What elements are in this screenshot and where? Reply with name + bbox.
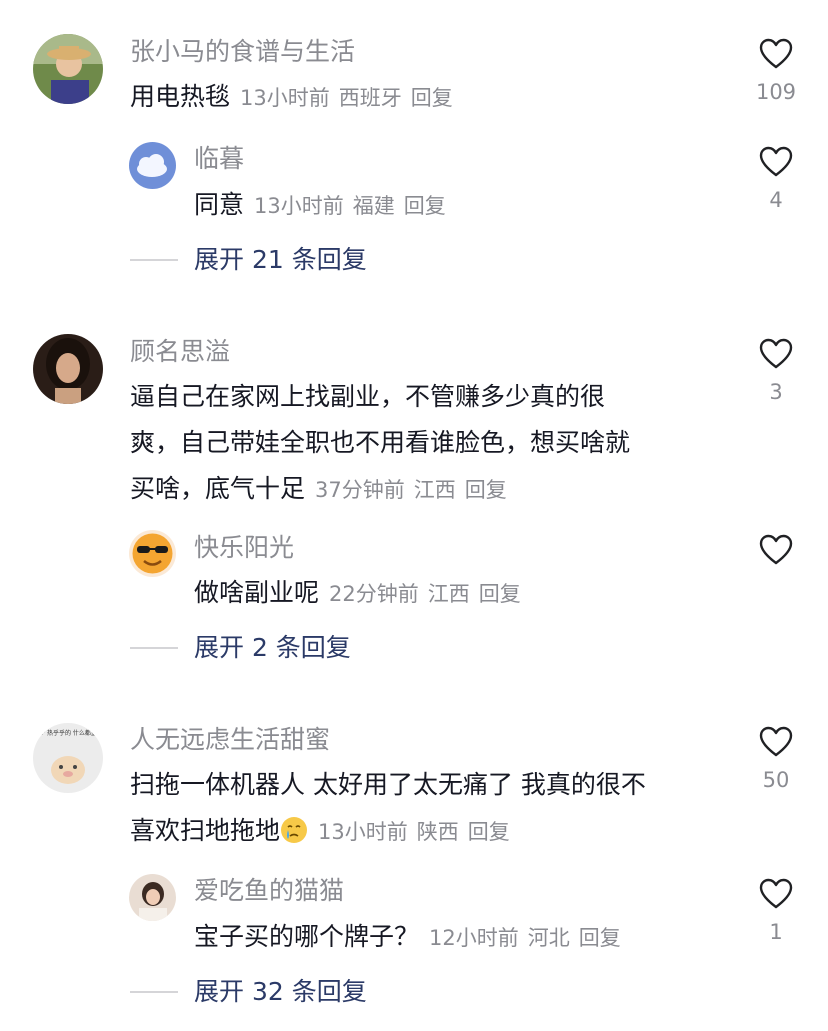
comment-text: 扫拖一体机器人 太好用了太无痛了 我真的很不 喜欢扫地拖地 13小时前 陕西 回复 <box>130 762 740 855</box>
reply-text: 做啥副业呢 22分钟前 江西 回复 <box>194 570 521 617</box>
reply-button[interactable]: 回复 <box>465 478 507 502</box>
avatar-caption: 一个 热乎乎的 什么都重要 <box>33 729 103 737</box>
avatar[interactable] <box>33 334 103 404</box>
expand-replies-label[interactable]: 展开 32 条回复 <box>194 977 367 1007</box>
like-button[interactable]: 50 <box>746 726 806 792</box>
divider-line <box>130 991 178 993</box>
comment-author[interactable]: 人无远虑生活甜蜜 <box>130 725 330 755</box>
crying-face-emoji-icon <box>280 813 308 843</box>
comment-body: 用电热毯 <box>130 82 231 111</box>
like-button[interactable]: 1 <box>746 878 806 944</box>
reply-author[interactable]: 临暮 <box>194 144 244 174</box>
reply-text: 同意 13小时前 福建 回复 <box>194 182 446 229</box>
comment-time: 13小时前 <box>318 820 408 844</box>
heart-outline-icon <box>759 878 793 909</box>
avatar[interactable] <box>129 530 176 577</box>
reply-body: 同意 <box>194 190 245 219</box>
heart-outline-icon <box>759 146 793 177</box>
heart-outline-icon <box>759 534 793 565</box>
reply-author[interactable]: 快乐阳光 <box>194 533 294 563</box>
like-count <box>746 576 806 600</box>
like-count: 4 <box>769 188 783 212</box>
heart-outline-icon <box>759 38 793 69</box>
comment-body-line: 爽，自己带娃全职也不用看谁脸色，想买啥就 <box>130 428 631 457</box>
expand-replies-label[interactable]: 展开 2 条回复 <box>194 633 351 663</box>
comment-author[interactable]: 顾名思溢 <box>130 337 230 367</box>
expand-replies[interactable]: 展开 21 条回复 <box>130 245 367 275</box>
like-count: 109 <box>755 80 797 104</box>
comment-location: 陕西 <box>416 820 459 844</box>
comment-body-line: 扫拖一体机器人 太好用了太无痛了 我真的很不 <box>130 770 646 799</box>
comment-time: 37分钟前 <box>315 478 405 502</box>
reply-text: 宝子买的哪个牌子？ 12小时前 河北 回复 <box>194 914 621 961</box>
comment-text: 逼自己在家网上找副业，不管赚多少真的很 爽，自己带娃全职也不用看谁脸色，想买啥就… <box>130 374 730 513</box>
avatar[interactable]: 一个 热乎乎的 什么都重要 <box>33 723 103 793</box>
reply-body: 宝子买的哪个牌子？ <box>194 922 420 951</box>
expand-replies[interactable]: 展开 2 条回复 <box>130 633 351 663</box>
reply-button[interactable]: 回复 <box>479 582 521 606</box>
reply-button[interactable]: 回复 <box>404 194 446 218</box>
like-button[interactable]: 4 <box>746 146 806 212</box>
comment-text: 用电热毯 13小时前 西班牙 回复 <box>130 74 453 121</box>
avatar[interactable] <box>129 874 176 921</box>
avatar[interactable] <box>33 34 103 104</box>
comment-location: 西班牙 <box>338 86 402 110</box>
reply-time: 22分钟前 <box>329 582 419 606</box>
like-button[interactable] <box>746 534 806 600</box>
divider-line <box>130 259 178 261</box>
heart-outline-icon <box>759 726 793 757</box>
reply-button[interactable]: 回复 <box>579 926 621 950</box>
reply-time: 13小时前 <box>254 194 344 218</box>
like-button[interactable]: 109 <box>746 38 806 104</box>
like-count: 3 <box>769 380 783 404</box>
comment-time: 13小时前 <box>240 86 330 110</box>
reply-location: 江西 <box>427 582 470 606</box>
comment-author[interactable]: 张小马的食谱与生活 <box>130 37 355 67</box>
expand-replies[interactable]: 展开 32 条回复 <box>130 977 367 1007</box>
like-button[interactable]: 3 <box>746 338 806 404</box>
reply-body: 做啥副业呢 <box>194 578 320 607</box>
reply-location: 福建 <box>352 194 395 218</box>
divider-line <box>130 647 178 649</box>
like-count: 1 <box>769 920 783 944</box>
reply-author[interactable]: 爱吃鱼的猫猫 <box>194 876 344 906</box>
comment-body-line: 喜欢扫地拖地 <box>130 816 281 845</box>
reply-location: 河北 <box>527 926 570 950</box>
reply-button[interactable]: 回复 <box>411 86 453 110</box>
heart-outline-icon <box>759 338 793 369</box>
reply-button[interactable]: 回复 <box>468 820 510 844</box>
like-count: 50 <box>762 768 790 792</box>
comment-location: 江西 <box>413 478 456 502</box>
reply-time: 12小时前 <box>429 926 519 950</box>
comment-body-line: 逼自己在家网上找副业，不管赚多少真的很 <box>130 382 606 411</box>
expand-replies-label[interactable]: 展开 21 条回复 <box>194 245 367 275</box>
comment-body-line: 买啥，底气十足 <box>130 474 306 503</box>
avatar[interactable] <box>129 142 176 189</box>
